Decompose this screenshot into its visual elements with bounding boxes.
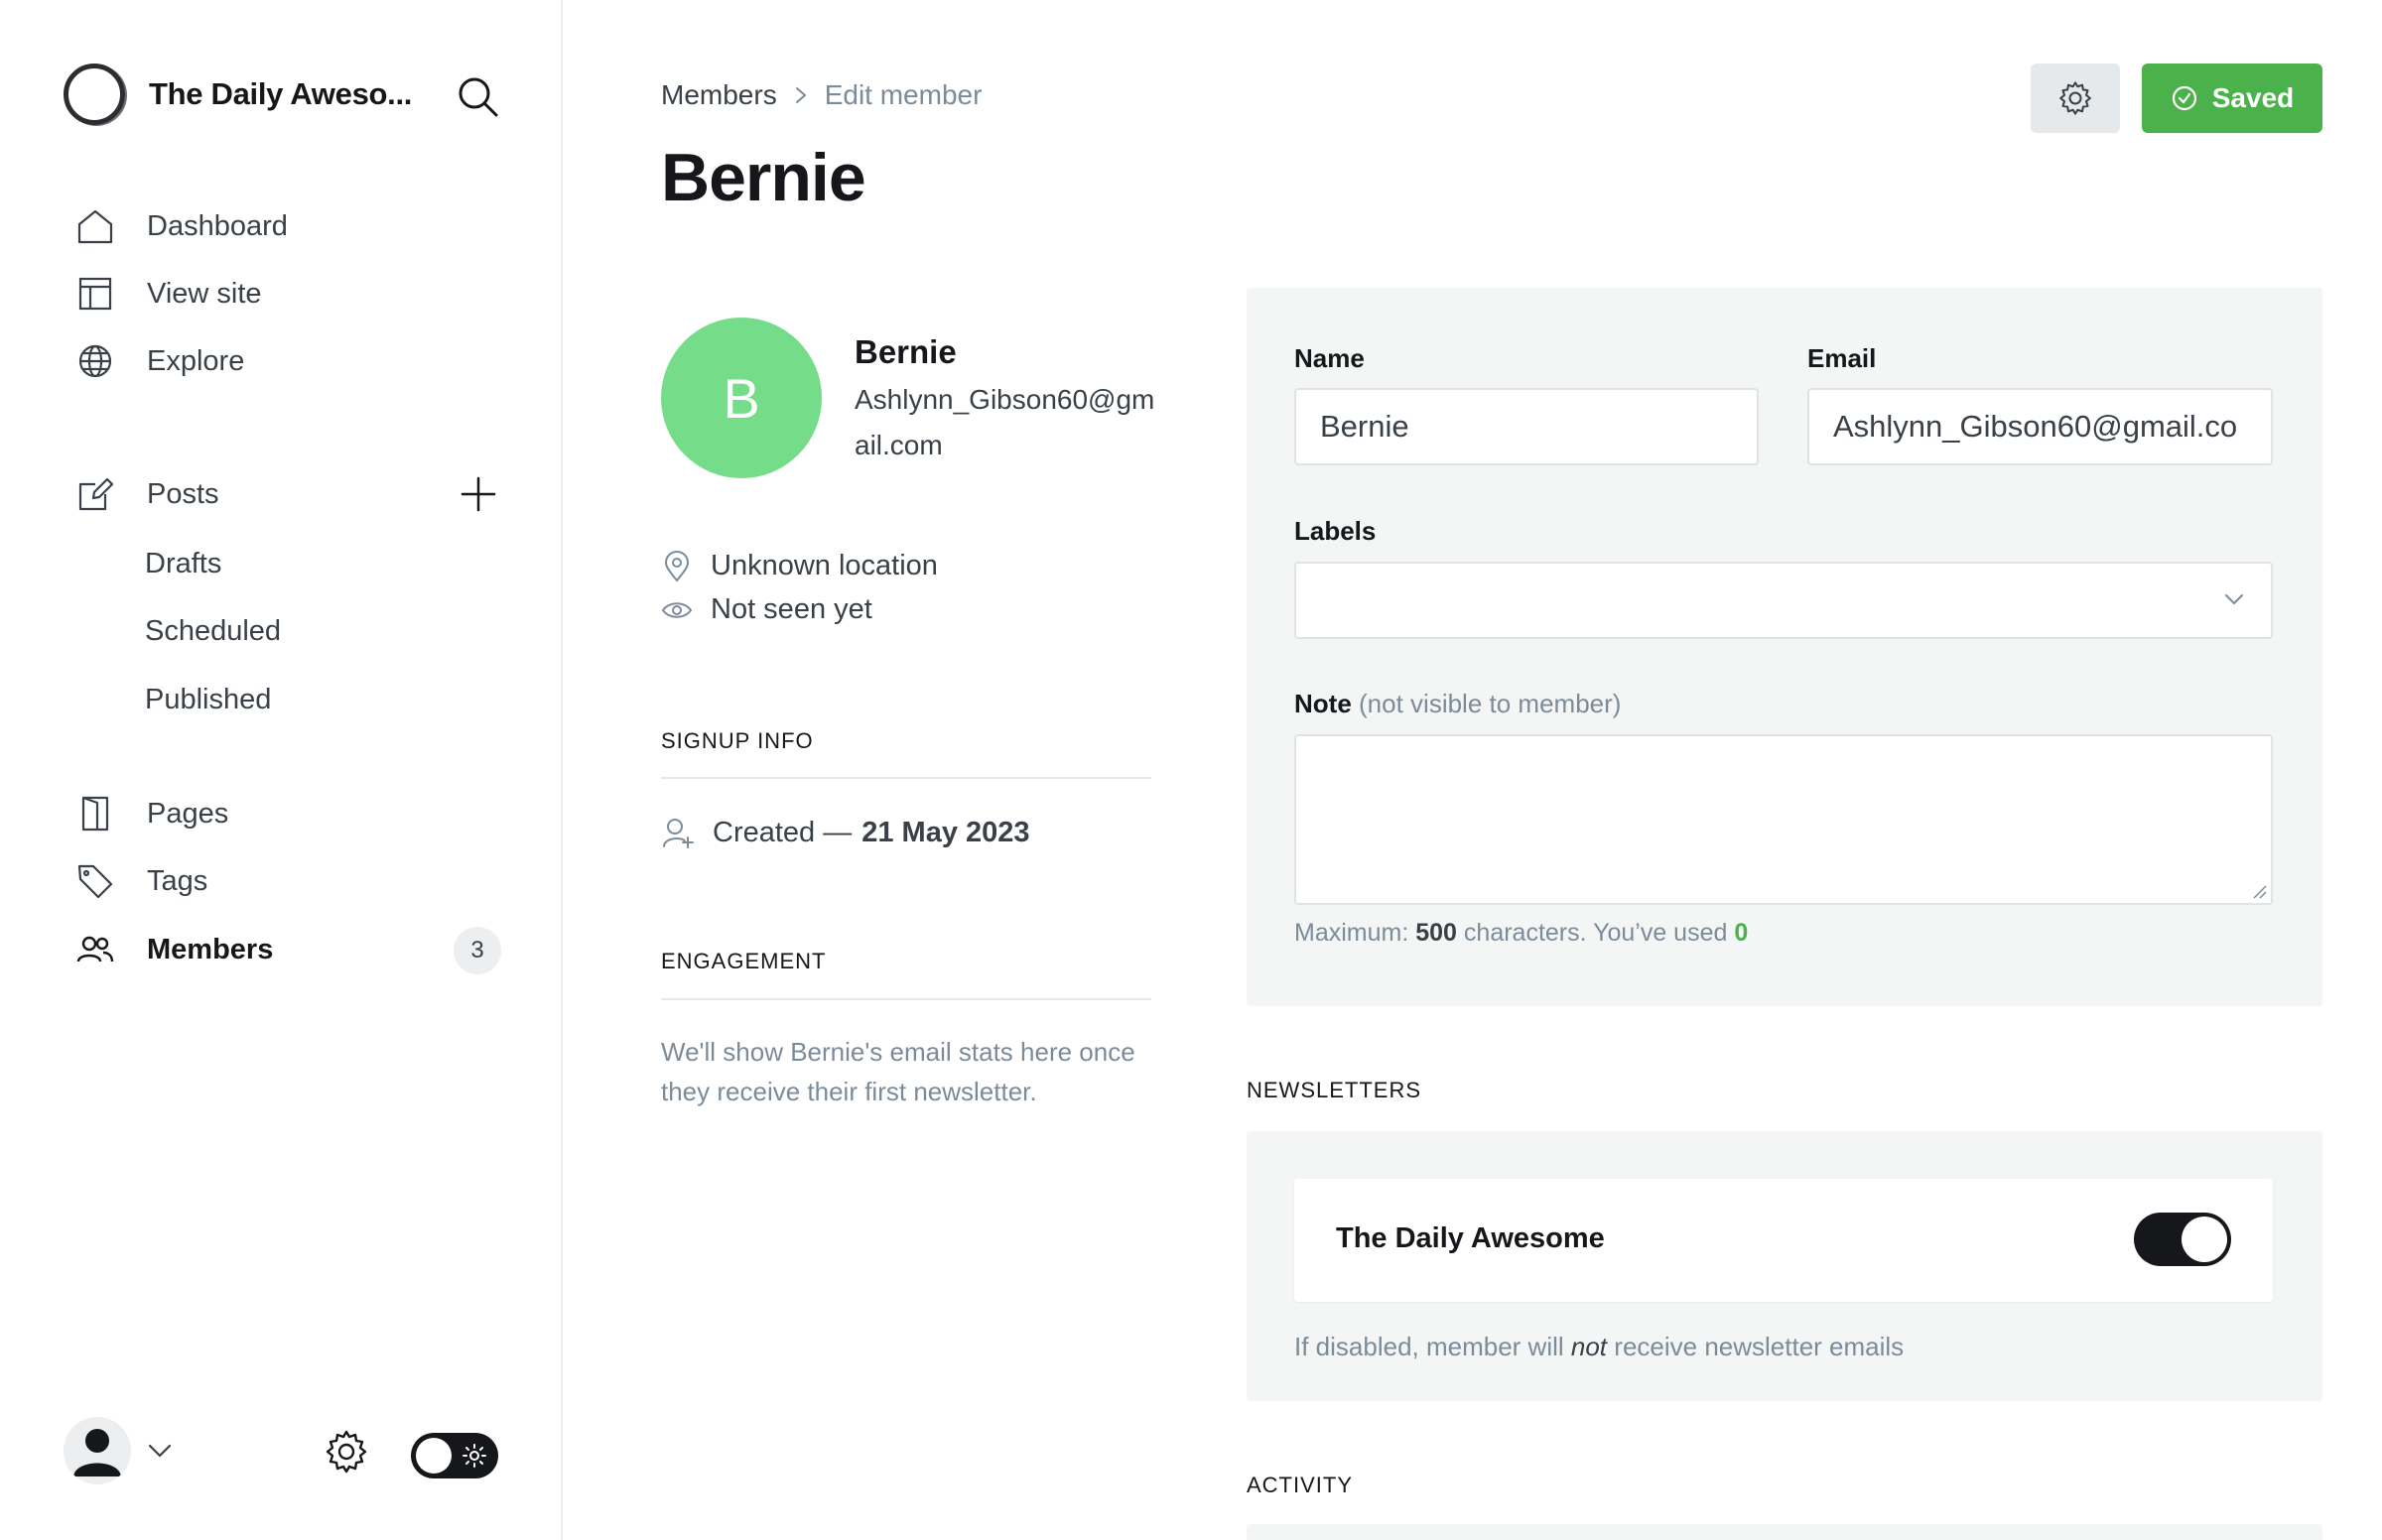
- newsletter-hint-emphasis: not: [1570, 1332, 1608, 1361]
- resize-handle-icon[interactable]: [2251, 883, 2267, 899]
- chevron-down-icon: [2225, 594, 2243, 605]
- char-count-prefix: Maximum:: [1294, 919, 1409, 947]
- newsletter-subscription-toggle[interactable]: [2134, 1213, 2231, 1266]
- saved-button[interactable]: Saved: [2142, 64, 2322, 133]
- member-email: Ashlynn_Gibson60@gmail.com: [855, 384, 1155, 460]
- member-location-text: Unknown location: [711, 550, 938, 581]
- user-silhouette-icon: [73, 1429, 121, 1476]
- eye-icon: [661, 601, 693, 618]
- settings-gear-icon[interactable]: [324, 1429, 369, 1475]
- site-title: The Daily Aweso...: [149, 76, 413, 111]
- user-add-icon: [663, 819, 694, 848]
- member-location: Unknown location: [661, 550, 938, 582]
- member-avatar: B: [661, 318, 822, 478]
- nav-tags[interactable]: Tags: [75, 857, 207, 905]
- breadcrumb-current: Edit member: [824, 79, 983, 110]
- chevron-down-icon[interactable]: [147, 1441, 173, 1461]
- char-count-used: 0: [1734, 919, 1749, 947]
- note-hint: (not visible to member): [1359, 689, 1622, 718]
- char-count-max: 500: [1415, 919, 1457, 947]
- note-label: Note (not visible to member): [1294, 689, 1621, 719]
- labels-select[interactable]: [1294, 562, 2273, 639]
- check-circle-icon: [2172, 85, 2196, 111]
- member-settings-button[interactable]: [2031, 64, 2120, 133]
- nav-posts-label: Posts: [147, 477, 219, 510]
- email-field[interactable]: Ashlynn_Gibson60@gmail.co: [1807, 388, 2273, 465]
- nav-view-site-label: View site: [147, 277, 262, 310]
- search-icon[interactable]: [457, 75, 500, 119]
- nav-published[interactable]: Published: [145, 684, 271, 716]
- site-logo-icon: [64, 64, 125, 125]
- sun-icon: [463, 1444, 486, 1468]
- note-label-text: Note: [1294, 689, 1352, 718]
- nav-view-site[interactable]: View site: [75, 270, 262, 318]
- edit-icon: [78, 477, 114, 511]
- nav-scheduled[interactable]: Scheduled: [145, 615, 281, 648]
- theme-toggle[interactable]: [411, 1433, 498, 1478]
- created-prefix: Created —: [713, 816, 853, 848]
- saved-button-label: Saved: [2211, 82, 2295, 113]
- nav-members-label: Members: [147, 933, 274, 965]
- email-label: Email: [1807, 343, 1877, 373]
- new-post-plus-icon[interactable]: [459, 474, 498, 514]
- member-created: Created — 21 May 2023: [661, 816, 1030, 849]
- newsletter-item: The Daily Awesome: [1294, 1179, 2273, 1302]
- newsletter-hint-prefix: If disabled, member will: [1294, 1332, 1564, 1361]
- char-count-mid: characters. You’ve used: [1463, 919, 1728, 947]
- activity-heading: ACTIVITY: [1247, 1473, 1354, 1497]
- signup-info-heading: SIGNUP INFO: [661, 728, 814, 753]
- labels-label: Labels: [1294, 516, 1377, 546]
- toggle-knob: [416, 1438, 452, 1474]
- engagement-text: We'll show Bernie's email stats here onc…: [661, 1037, 1135, 1106]
- nav-pages-label: Pages: [147, 797, 229, 830]
- breadcrumb-members-link[interactable]: Members: [661, 79, 777, 111]
- newsletter-hint-suffix: receive newsletter emails: [1614, 1332, 1905, 1361]
- page-title: Bernie: [661, 140, 866, 215]
- note-textarea[interactable]: [1294, 734, 2273, 905]
- members-icon: [76, 936, 114, 962]
- user-avatar[interactable]: [64, 1417, 131, 1484]
- activity-panel: [1247, 1524, 2322, 1540]
- nav-explore-label: Explore: [147, 344, 245, 377]
- globe-icon: [78, 344, 112, 378]
- nav-dashboard[interactable]: Dashboard: [75, 202, 288, 250]
- nav-dashboard-label: Dashboard: [147, 209, 288, 242]
- divider: [661, 777, 1151, 779]
- member-last-seen-text: Not seen yet: [711, 593, 872, 625]
- nav-explore[interactable]: Explore: [75, 337, 244, 385]
- nav-posts[interactable]: Posts: [75, 470, 219, 518]
- member-last-seen: Not seen yet: [661, 593, 872, 626]
- sidebar: The Daily Aweso... Dashboard View site E…: [0, 0, 563, 1540]
- member-name: Bernie: [855, 333, 957, 370]
- engagement-heading: ENGAGEMENT: [661, 949, 827, 973]
- newsletter-hint: If disabled, member will not receive new…: [1294, 1332, 1904, 1362]
- name-field[interactable]: Bernie: [1294, 388, 1759, 465]
- toggle-knob: [2182, 1217, 2227, 1262]
- location-pin-icon: [664, 550, 690, 582]
- note-char-count: Maximum: 500 characters. You’ve used 0: [1294, 919, 1748, 948]
- tag-icon: [77, 864, 113, 899]
- chevron-right-icon: [795, 87, 807, 103]
- divider: [661, 998, 1151, 1000]
- nav-tags-label: Tags: [147, 864, 208, 897]
- newsletters-heading: NEWSLETTERS: [1247, 1078, 1422, 1102]
- nav-pages[interactable]: Pages: [75, 790, 228, 837]
- created-date: 21 May 2023: [861, 816, 1030, 848]
- home-icon: [77, 209, 113, 244]
- newsletter-name: The Daily Awesome: [1336, 1222, 1605, 1254]
- layout-icon: [78, 277, 112, 311]
- breadcrumb: Members Edit member: [661, 79, 982, 111]
- members-count-badge: 3: [454, 927, 501, 974]
- nav-members[interactable]: Members: [75, 926, 273, 973]
- page-icon: [81, 796, 109, 832]
- name-label: Name: [1294, 343, 1365, 373]
- brand[interactable]: The Daily Aweso...: [64, 64, 412, 125]
- gear-icon: [2059, 81, 2091, 115]
- nav-drafts[interactable]: Drafts: [145, 548, 221, 580]
